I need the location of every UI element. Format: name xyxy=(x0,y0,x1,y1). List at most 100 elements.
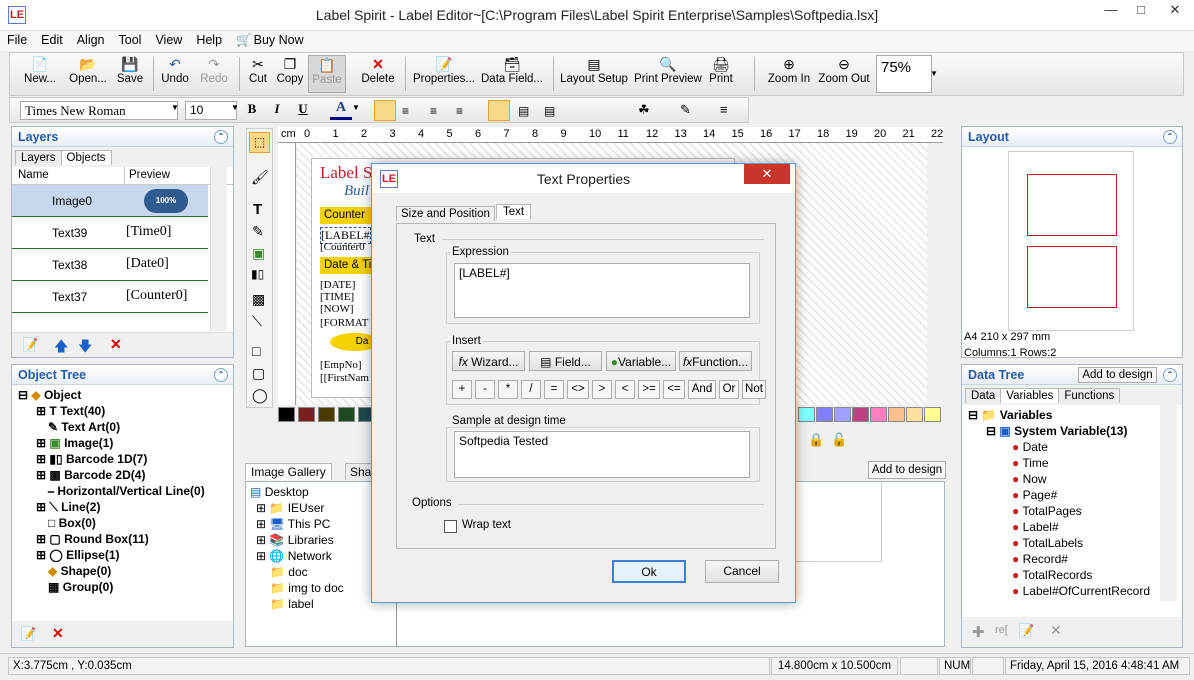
operator-button[interactable]: / xyxy=(521,380,541,399)
tab-variables[interactable]: Variables xyxy=(1000,388,1060,403)
variable-item[interactable]: ● Page# xyxy=(968,487,1182,503)
bold-button[interactable]: B xyxy=(242,101,262,120)
layer-row[interactable]: Text38 [Date0] xyxy=(12,249,208,281)
underline-button[interactable]: U xyxy=(293,101,313,120)
redo-button[interactable]: ↷ Redo xyxy=(196,55,232,93)
tab-layers[interactable]: Layers xyxy=(15,150,62,165)
color-swatch[interactable] xyxy=(852,407,869,422)
delete-variable-icon[interactable]: ✕ xyxy=(1050,622,1062,639)
select-tool-icon[interactable]: ⬚ xyxy=(249,132,270,153)
font-family-select[interactable]: Times New Roman xyxy=(20,101,178,120)
undo-button[interactable]: ↶ Undo xyxy=(158,55,192,93)
tree-item[interactable]: ⊟ ▣ System Variable(13) xyxy=(968,423,1182,439)
cancel-button[interactable]: Cancel xyxy=(705,560,779,583)
barcode-2d-tool-icon[interactable]: ▩ xyxy=(252,291,265,308)
data-tree-scrollbar[interactable] xyxy=(1160,405,1177,601)
color-swatch[interactable] xyxy=(816,407,833,422)
collapse-icon[interactable]: ⌃ xyxy=(214,130,228,144)
properties-button[interactable]: 📝 Properties... xyxy=(412,55,476,93)
cut-button[interactable]: ✂ Cut xyxy=(244,55,272,93)
text-color-arrow[interactable]: ▼ xyxy=(352,103,360,112)
color-swatch[interactable] xyxy=(318,407,335,422)
line-color-icon[interactable]: ✎ xyxy=(680,102,691,118)
tab-size-position[interactable]: Size and Position xyxy=(396,206,495,221)
align-justify-icon[interactable]: ≡ xyxy=(456,104,463,118)
format-painter-icon[interactable]: 🖌 xyxy=(251,169,269,186)
barcode-tool-icon[interactable]: ▮▯ xyxy=(251,267,264,281)
print-preview-button[interactable]: 🔍 Print Preview xyxy=(634,55,702,93)
valign-top-button[interactable] xyxy=(488,100,510,121)
tab-text[interactable]: Text xyxy=(496,204,532,219)
move-up-icon[interactable]: 🡅 xyxy=(54,336,68,360)
delete-button[interactable]: ✕ Delete xyxy=(359,55,397,93)
tree-item[interactable]: ⊞ ▣ Image(1) xyxy=(18,435,233,451)
field-button[interactable]: ▤ Field... xyxy=(529,351,602,371)
align-right-icon[interactable]: ≡ xyxy=(430,104,437,118)
dialog-close-button[interactable]: ✕ xyxy=(744,164,790,184)
tree-item[interactable]: ⊞ ◯ Ellipse(1) xyxy=(18,547,233,563)
menu-align[interactable]: Align xyxy=(70,31,112,49)
zoom-dropdown-arrow[interactable]: ▼ xyxy=(928,55,940,93)
print-button[interactable]: 🖨 Print xyxy=(706,55,736,93)
variable-item[interactable]: ● Date xyxy=(968,439,1182,455)
tree-item[interactable]: ⎯ Horizontal/Vertical Line(0) xyxy=(18,483,233,499)
italic-button[interactable]: I xyxy=(267,101,287,120)
tree-root[interactable]: ⊟ 📁 Variables xyxy=(968,407,1182,423)
zoom-in-button[interactable]: ⊕ Zoom In xyxy=(766,55,812,93)
tab-image-gallery[interactable]: Image Gallery xyxy=(245,463,332,480)
align-left-button[interactable] xyxy=(374,100,396,121)
variable-item[interactable]: ● Time xyxy=(968,455,1182,471)
tab-functions[interactable]: Functions xyxy=(1058,388,1121,403)
color-swatch[interactable] xyxy=(888,407,905,422)
color-swatch[interactable] xyxy=(834,407,851,422)
tree-item[interactable]: ✎ Text Art(0) xyxy=(18,419,233,435)
maximize-button[interactable]: □ xyxy=(1126,0,1156,22)
color-swatch[interactable] xyxy=(278,407,295,422)
wizard-button[interactable]: fx Wizard... xyxy=(452,351,525,371)
text-color-button[interactable]: A xyxy=(330,100,352,120)
box-tool-icon[interactable]: □ xyxy=(252,343,260,359)
layer-row[interactable]: Text39 [Time0] xyxy=(12,217,208,249)
text-art-tool-icon[interactable]: ✎ xyxy=(252,223,264,240)
operator-button[interactable]: <> xyxy=(567,380,589,399)
operator-button[interactable]: * xyxy=(498,380,518,399)
tree-item[interactable]: ◆ Shape(0) xyxy=(18,563,233,579)
tab-objects[interactable]: Objects xyxy=(60,150,112,165)
move-down-icon[interactable]: 🡇 xyxy=(78,336,92,360)
tree-item[interactable]: ⊞ ⟍ Line(2) xyxy=(18,499,233,515)
collapse-icon[interactable]: ⌃ xyxy=(1163,368,1177,382)
new-button[interactable]: 📄 New... xyxy=(18,55,62,93)
gallery-add-to-design-button[interactable]: Add to design xyxy=(868,461,946,479)
tree-item[interactable]: ⊞ ▩ Barcode 2D(4) xyxy=(18,467,233,483)
zoom-level-field[interactable]: 75% xyxy=(876,55,932,93)
variable-item[interactable]: ● TotalRecords xyxy=(968,567,1182,583)
tree-item[interactable]: ⊞ T Text(40) xyxy=(18,403,233,419)
operator-button[interactable]: Not xyxy=(742,380,766,399)
menu-view[interactable]: View xyxy=(148,31,189,49)
line-tool-icon[interactable]: ⟍ xyxy=(252,313,262,330)
variable-item[interactable]: ● Record# xyxy=(968,551,1182,567)
ok-button[interactable]: Ok xyxy=(612,560,686,583)
save-button[interactable]: 💾 Save xyxy=(114,55,146,93)
zoom-out-button[interactable]: ⊖ Zoom Out xyxy=(816,55,872,93)
tree-item[interactable]: ▦ Group(0) xyxy=(18,579,233,595)
tab-data[interactable]: Data xyxy=(965,388,1002,403)
layout-setup-button[interactable]: ▤ Layout Setup xyxy=(560,55,628,93)
minimize-button[interactable]: — xyxy=(1096,0,1126,22)
add-variable-icon[interactable]: ✚ xyxy=(972,623,985,641)
valign-bottom-icon[interactable]: ▤ xyxy=(544,104,555,118)
align-center-icon[interactable]: ≡ xyxy=(402,104,409,118)
copy-button[interactable]: ❐ Copy xyxy=(275,55,305,93)
tree-root[interactable]: ⊟ ◆ Object xyxy=(18,387,233,403)
fill-color-icon[interactable]: ☘ xyxy=(638,102,650,118)
font-size-select[interactable]: 10 xyxy=(185,101,237,120)
object-properties-icon[interactable]: 📝 xyxy=(20,626,36,642)
layer-row[interactable]: Text37 [Counter0] xyxy=(12,281,208,313)
size-dropdown-arrow[interactable]: ▼ xyxy=(231,103,239,112)
function-button[interactable]: fxFunction... xyxy=(679,351,752,371)
data-add-to-design-button[interactable]: Add to design xyxy=(1078,367,1157,383)
canvas-vscrollbar[interactable] xyxy=(927,143,943,405)
wrap-text-checkbox[interactable] xyxy=(444,520,457,533)
variable-item[interactable]: ● TotalLabels xyxy=(968,535,1182,551)
menu-edit[interactable]: Edit xyxy=(34,31,70,49)
